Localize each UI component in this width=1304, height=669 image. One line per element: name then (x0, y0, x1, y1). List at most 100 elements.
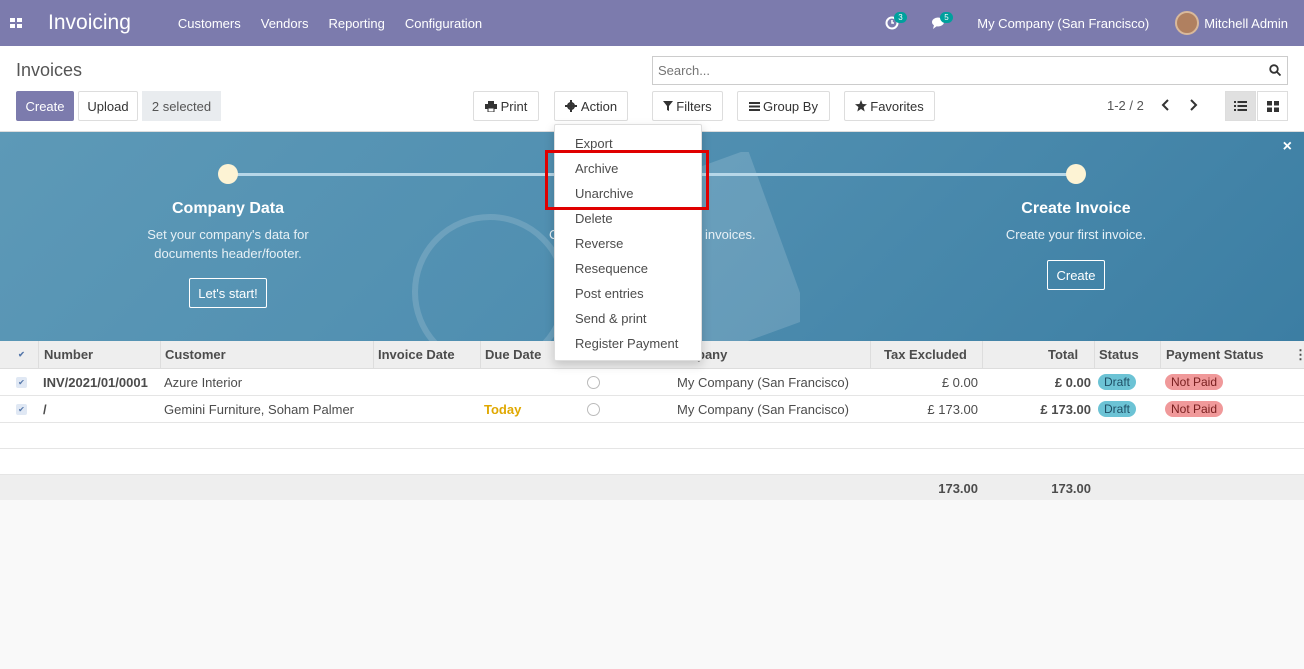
header-tax-excluded[interactable]: Tax Excluded (884, 347, 967, 362)
table-row[interactable]: ✔ / Gemini Furniture, Soham Palmer Today… (0, 396, 1304, 423)
activity-clock-icon[interactable] (587, 376, 600, 389)
column-separator (480, 341, 481, 369)
menu-configuration[interactable]: Configuration (405, 16, 482, 31)
gear-icon (564, 100, 577, 112)
step-title-company-data: Company Data (171, 200, 285, 217)
search-input[interactable] (653, 57, 1253, 83)
search-icon[interactable] (1269, 64, 1281, 76)
lets-start-button[interactable]: Let's start! (189, 278, 267, 308)
kanban-view-icon (1266, 100, 1279, 112)
cell-number: INV/2021/01/0001 (43, 375, 148, 390)
star-icon (855, 100, 868, 112)
favorites-label: Favorites (870, 98, 924, 114)
select-all-checkbox[interactable]: ✔ (16, 349, 27, 360)
list-view-icon (1234, 101, 1247, 111)
payment-status-badge: Not Paid (1165, 401, 1224, 417)
filters-button[interactable]: Filters (652, 91, 723, 121)
menu-item-reverse[interactable]: Reverse (555, 231, 701, 256)
menu-item-register-payment[interactable]: Register Payment (555, 331, 701, 356)
step-dot-company (218, 164, 238, 184)
user-menu[interactable]: Mitchell Admin (1204, 16, 1288, 31)
cell-number: / (43, 402, 47, 417)
create-button[interactable]: Create (16, 91, 74, 121)
print-button[interactable]: Print (473, 91, 539, 121)
footer-total-sum: 173.00 (1051, 481, 1091, 496)
list-view-button[interactable] (1225, 91, 1256, 121)
header-status[interactable]: Status (1099, 347, 1139, 362)
column-separator (373, 341, 374, 369)
cell-customer: Azure Interior (164, 375, 243, 390)
step-desc-line: documents header/footer. (154, 246, 302, 261)
print-icon (484, 100, 497, 112)
empty-row (0, 449, 1304, 475)
step-desc-partial-tail: invoices. (705, 227, 756, 242)
row-checkbox[interactable]: ✔ (16, 404, 27, 415)
status-badge: Draft (1098, 374, 1137, 390)
apps-menu-icon[interactable] (10, 18, 22, 28)
activity-clock-icon[interactable] (587, 403, 600, 416)
row-checkbox[interactable]: ✔ (16, 377, 27, 388)
header-invoice-date[interactable]: Invoice Date (378, 347, 455, 362)
print-label: Print (500, 98, 528, 114)
group-by-label: Group By (763, 98, 818, 114)
upload-button[interactable]: Upload (78, 91, 138, 121)
control-panel: Invoices Create Upload 2 selected Print … (0, 46, 1304, 132)
column-separator (38, 341, 39, 369)
user-avatar[interactable] (1175, 11, 1200, 35)
menu-reporting[interactable]: Reporting (328, 16, 384, 31)
step-desc-line: Set your company's data for (147, 227, 309, 242)
pager-next-icon[interactable] (1189, 98, 1198, 114)
optional-columns-icon[interactable]: ⋮ (1294, 347, 1304, 363)
header-total[interactable]: Total (1048, 347, 1078, 362)
table-row[interactable]: ✔ INV/2021/01/0001 Azure Interior My Com… (0, 369, 1304, 396)
cell-company: My Company (San Francisco) (677, 402, 849, 417)
close-icon[interactable]: × (1283, 138, 1292, 156)
cell-total: £ 173.00 (1040, 402, 1091, 417)
column-separator (160, 341, 161, 369)
cell-due-date: Today (484, 402, 522, 417)
header-number[interactable]: Number (44, 347, 93, 362)
header-payment-status[interactable]: Payment Status (1166, 347, 1264, 362)
favorites-button[interactable]: Favorites (844, 91, 935, 121)
cell-total: £ 0.00 (1054, 375, 1091, 390)
menu-item-export[interactable]: Export (555, 131, 701, 156)
column-separator (1160, 341, 1161, 369)
main-menu: Customers Vendors Reporting Configuratio… (178, 16, 502, 31)
cell-company: My Company (San Francisco) (677, 375, 849, 390)
step-desc-company-data: Set your company's data for documents he… (78, 225, 378, 263)
filter-icon (663, 101, 674, 111)
step-dot-invoice (1066, 164, 1086, 184)
message-count-badge: 5 (940, 12, 953, 23)
step-desc-line: Create your first invoice. (1005, 227, 1147, 242)
navbar-systray: 3 5 My Company (San Francisco) Mitchell … (885, 0, 1288, 46)
status-badge: Draft (1098, 401, 1137, 417)
pager-previous-icon[interactable] (1161, 98, 1170, 114)
activity-icon[interactable]: 3 (885, 12, 907, 30)
messages-icon[interactable]: 5 (931, 12, 953, 30)
group-by-button[interactable]: Group By (737, 91, 830, 121)
column-separator (982, 341, 983, 369)
header-customer[interactable]: Customer (165, 347, 226, 362)
invoice-list-table: ✔ Number Customer Invoice Date Due Date … (0, 341, 1304, 500)
action-button[interactable]: Action (554, 91, 628, 121)
payment-status-badge: Not Paid (1165, 374, 1224, 390)
step-desc-create-invoice: Create your first invoice. (926, 225, 1226, 244)
cell-customer: Gemini Furniture, Soham Palmer (164, 402, 355, 417)
top-navbar: Invoicing Customers Vendors Reporting Co… (0, 0, 1304, 46)
menu-item-archive[interactable]: Archive (555, 156, 701, 181)
menu-item-unarchive[interactable]: Unarchive (555, 181, 701, 206)
kanban-view-button[interactable] (1257, 91, 1288, 121)
menu-item-resequence[interactable]: Resequence (555, 256, 701, 281)
company-switcher[interactable]: My Company (San Francisco) (977, 16, 1149, 31)
pager-value[interactable]: 1-2 / 2 (1107, 98, 1144, 113)
menu-item-delete[interactable]: Delete (555, 206, 701, 231)
menu-customers[interactable]: Customers (178, 16, 241, 31)
action-dropdown-menu: Export Archive Unarchive Delete Reverse … (554, 124, 702, 361)
menu-item-post-entries[interactable]: Post entries (555, 281, 701, 306)
empty-row (0, 423, 1304, 449)
banner-create-button[interactable]: Create (1047, 260, 1105, 290)
app-title[interactable]: Invoicing (48, 11, 131, 35)
header-due-date[interactable]: Due Date (485, 347, 541, 362)
menu-vendors[interactable]: Vendors (261, 16, 309, 31)
menu-item-send-print[interactable]: Send & print (555, 306, 701, 331)
